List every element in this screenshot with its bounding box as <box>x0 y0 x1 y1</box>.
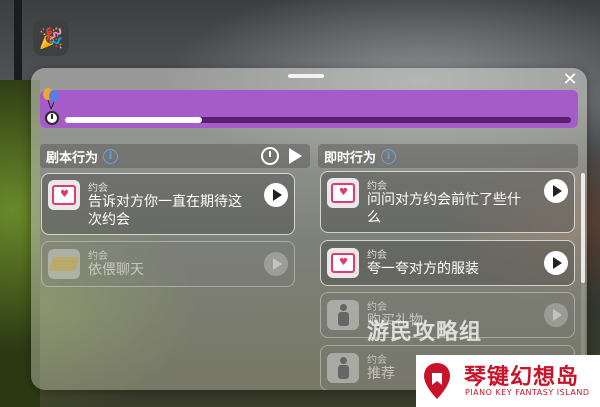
person-icon <box>327 353 359 383</box>
close-button[interactable]: ✕ <box>561 71 579 89</box>
calendar-heart-icon: ♥ <box>327 248 359 278</box>
script-behavior-header: 剧本行为 i <box>40 144 310 168</box>
card-title-line2: 次约会 <box>88 212 130 228</box>
card-title-line1: 问问对方约会前忙了些什 <box>367 192 521 208</box>
play-icon <box>272 258 282 270</box>
card-category: 约会 <box>367 250 387 261</box>
play-all-icon[interactable] <box>289 148 302 164</box>
brand-name: 琴键幻想岛 <box>464 365 580 390</box>
play-icon <box>552 257 562 269</box>
close-icon: ✕ <box>562 69 578 90</box>
instant-behavior-header: 即时行为 i <box>318 144 578 168</box>
play-icon <box>272 189 282 201</box>
card-title: 夸一夸对方的服装 <box>367 260 479 278</box>
progress-fill <box>65 117 202 123</box>
card-title-line1: 依偎聊天 <box>88 262 144 278</box>
rug-icon <box>48 249 80 279</box>
history-icon[interactable] <box>261 147 279 165</box>
card-title: 问问对方约会前忙了些什 么 <box>367 191 521 227</box>
play-button[interactable] <box>544 251 568 275</box>
card-category: 约会 <box>367 181 387 192</box>
date-progress-box <box>40 88 578 128</box>
info-icon[interactable]: i <box>381 148 397 164</box>
card-title-line2: 么 <box>367 210 381 226</box>
script-card-2[interactable]: 约会 依偎聊天 <box>41 241 295 287</box>
scrollbar-thumb[interactable] <box>581 173 585 283</box>
person-icon <box>327 300 359 330</box>
card-category: 约会 <box>367 302 387 313</box>
calendar-heart-icon: ♥ <box>327 178 359 208</box>
card-title: 依偎聊天 <box>88 261 144 279</box>
play-button-disabled[interactable] <box>544 303 568 327</box>
play-button[interactable] <box>544 179 568 203</box>
brand-logo: 琴键幻想岛 PIANO KEY FANTASY ISLAND <box>416 355 600 407</box>
location-pin-logo-icon <box>424 363 450 399</box>
scrollbar[interactable] <box>581 173 585 358</box>
instant-card-2[interactable]: ♥ 约会 夸一夸对方的服装 <box>320 240 575 286</box>
behavior-panel: ✕ 剧本行为 i 即时行为 i ♥ 约会 告诉对方你一直在期待这 次约会 约会 … <box>31 68 587 390</box>
card-title: 推荐 <box>367 365 395 383</box>
card-title: 告诉对方你一直在期待这 次约会 <box>88 193 242 229</box>
play-icon <box>552 309 562 321</box>
instant-card-1[interactable]: ♥ 约会 问问对方约会前忙了些什 么 <box>320 171 575 233</box>
play-icon <box>552 185 562 197</box>
instant-behavior-title: 即时行为 <box>324 150 377 166</box>
party-popper-button[interactable]: 🎉 <box>33 20 69 56</box>
script-card-1[interactable]: ♥ 约会 告诉对方你一直在期待这 次约会 <box>41 173 295 235</box>
play-button-disabled[interactable] <box>264 252 288 276</box>
card-category: 约会 <box>367 355 387 366</box>
brand-subtitle: PIANO KEY FANTASY ISLAND <box>465 388 590 397</box>
card-category: 约会 <box>88 251 108 262</box>
card-title-line1: 夸一夸对方的服装 <box>367 261 479 277</box>
script-behavior-title: 剧本行为 <box>46 150 99 166</box>
calendar-heart-icon: ♥ <box>48 180 80 210</box>
card-title-line1: 告诉对方你一直在期待这 <box>88 194 242 210</box>
card-title-line1: 推荐 <box>367 366 395 382</box>
clock-icon <box>45 111 59 125</box>
balloons-icon <box>43 88 59 110</box>
party-popper-icon: 🎉 <box>38 26 64 50</box>
info-icon[interactable]: i <box>103 148 119 164</box>
drag-handle[interactable] <box>288 74 324 78</box>
watermark-text: 游民攻略组 <box>367 320 483 345</box>
progress-track <box>65 117 571 123</box>
play-button[interactable] <box>264 183 288 207</box>
card-category: 约会 <box>88 183 108 194</box>
